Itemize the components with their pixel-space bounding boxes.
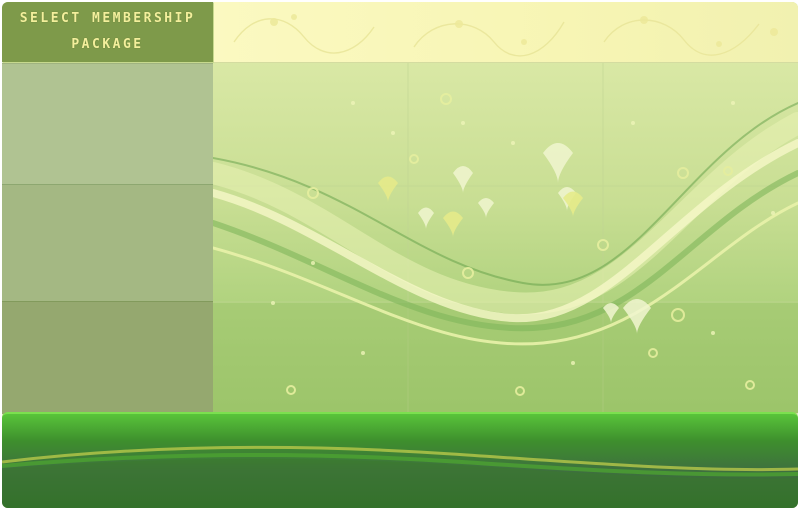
wave-hearts-illustration [213,63,798,413]
title-line-1: SELECT MEMBERSHIP [19,11,196,26]
page-title: SELECT MEMBERSHIP PACKAGE [2,2,213,62]
footer-bar [2,412,798,508]
decorative-artwork [213,63,798,413]
package-list [2,63,213,414]
package-slot-1[interactable] [2,63,213,184]
package-slot-2[interactable] [2,184,213,301]
membership-panel: SELECT MEMBERSHIP PACKAGE [2,2,798,508]
floral-pattern-icon [233,14,778,57]
title-line-2: PACKAGE [71,37,144,52]
footer-wave-decoration [2,445,798,508]
package-slot-3[interactable] [2,301,213,414]
floral-header-decoration [214,2,798,63]
